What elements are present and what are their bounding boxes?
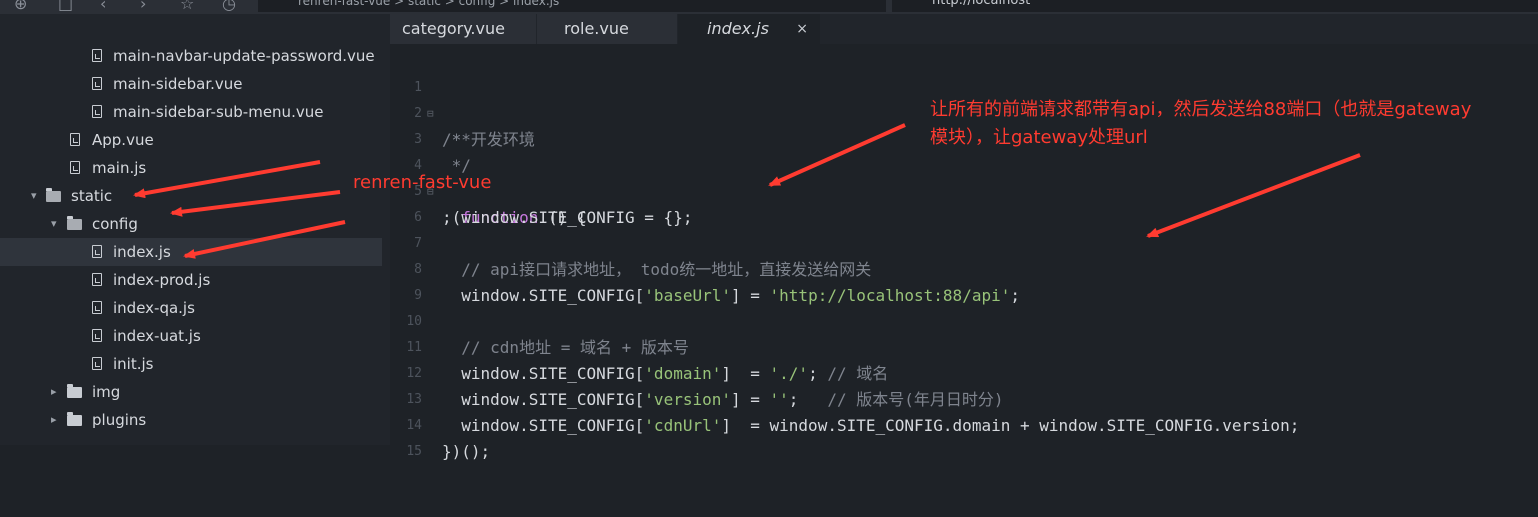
file-icon [92, 105, 102, 118]
file-icon [70, 161, 80, 174]
file-icon [92, 245, 102, 258]
annotation-note-line2: 模块），让gateway处理url [930, 127, 1148, 148]
code-line: 7 // api接口请求地址， todo统一地址，直接发送给网关 [414, 236, 872, 279]
tree-folder-plugins[interactable]: ▸ plugins [0, 406, 382, 434]
file-icon [92, 49, 102, 62]
tree-file-main-sidebar[interactable]: main-sidebar.vue [0, 70, 382, 98]
tree-file-index-prod-js[interactable]: index-prod.js [0, 266, 382, 294]
file-tree-sidebar: main-navbar-update-password.vue main-sid… [0, 14, 390, 445]
new-file-icon[interactable]: ⊕ [14, 0, 27, 13]
tree-folder-config[interactable]: ▾ config [0, 210, 382, 238]
stop-icon[interactable]: □ [58, 0, 73, 13]
code-line: 8 window.SITE_CONFIG['baseUrl'] = 'http:… [414, 262, 1020, 305]
tree-file-index-uat-js[interactable]: index-uat.js [0, 322, 382, 350]
folder-icon [67, 412, 82, 426]
code-line: 5 window.SITE_CONFIG = {}; [414, 184, 693, 227]
tree-folder-static[interactable]: ▾ static [0, 182, 382, 210]
tree-file-main-navbar-update-password[interactable]: main-navbar-update-password.vue [0, 42, 382, 70]
back-icon[interactable]: ‹ [100, 0, 106, 13]
code-line: 15 [406, 444, 422, 459]
file-icon [92, 77, 102, 90]
tree-file-init-js[interactable]: init.js [0, 350, 382, 378]
close-icon[interactable]: × [796, 14, 808, 44]
file-icon [92, 329, 102, 342]
file-icon [92, 273, 102, 286]
code-line: 10 // cdn地址 = 域名 + 版本号 [406, 314, 689, 357]
annotation-note-renren: renren-fast-vue [353, 172, 492, 193]
tree-file-index-qa-js[interactable]: index-qa.js [0, 294, 382, 322]
tab-category-vue[interactable]: category.vue [390, 14, 536, 44]
tree-file-app-vue[interactable]: App.vue [0, 126, 382, 154]
chevron-right-icon[interactable]: ▸ [51, 406, 57, 434]
code-line: 11 window.SITE_CONFIG['domain'] = './'; … [406, 340, 889, 383]
file-icon [92, 357, 102, 370]
history-icon[interactable]: ◷ [222, 0, 236, 13]
chevron-right-icon[interactable]: ▸ [51, 378, 57, 406]
tree-file-main-js[interactable]: main.js [0, 154, 382, 182]
chevron-down-icon[interactable]: ▾ [31, 182, 37, 210]
folder-open-icon [46, 188, 61, 202]
code-line: 1 ⊟ /** [414, 80, 471, 149]
folder-icon [67, 384, 82, 398]
top-toolbar: ⊕ □ ‹ › ☆ ◷ renren-fast-vue > static > c… [0, 0, 1538, 14]
tab-role-vue[interactable]: role.vue [537, 14, 677, 44]
folder-open-icon [67, 216, 82, 230]
star-icon[interactable]: ☆ [180, 0, 194, 13]
editor-tab-bar: category.vue role.vue index.js × [390, 14, 1538, 44]
tree-folder-img[interactable]: ▸ img [0, 378, 382, 406]
breadcrumb[interactable]: renren-fast-vue > static > config > inde… [258, 0, 886, 12]
code-line: 13 window.SITE_CONFIG['cdnUrl'] = window… [406, 392, 1300, 435]
tree-file-main-sidebar-sub-menu[interactable]: main-sidebar-sub-menu.vue [0, 98, 382, 126]
forward-icon[interactable]: › [140, 0, 146, 13]
code-line: 14 })(); [406, 418, 491, 461]
tab-index-js[interactable]: index.js × [678, 14, 820, 44]
address-bar[interactable]: http://localhost [892, 0, 1538, 12]
code-line: 12 window.SITE_CONFIG['version'] = ''; /… [406, 366, 1004, 409]
chevron-down-icon[interactable]: ▾ [51, 210, 57, 238]
code-line: 9 [414, 288, 422, 303]
code-line: 6 [414, 210, 422, 225]
tree-file-index-js[interactable]: index.js [0, 238, 382, 266]
annotation-note-line1: 让所有的前端请求都带有api，然后发送给88端口（也就是gateway [930, 99, 1472, 120]
file-icon [70, 133, 80, 146]
file-icon [92, 301, 102, 314]
